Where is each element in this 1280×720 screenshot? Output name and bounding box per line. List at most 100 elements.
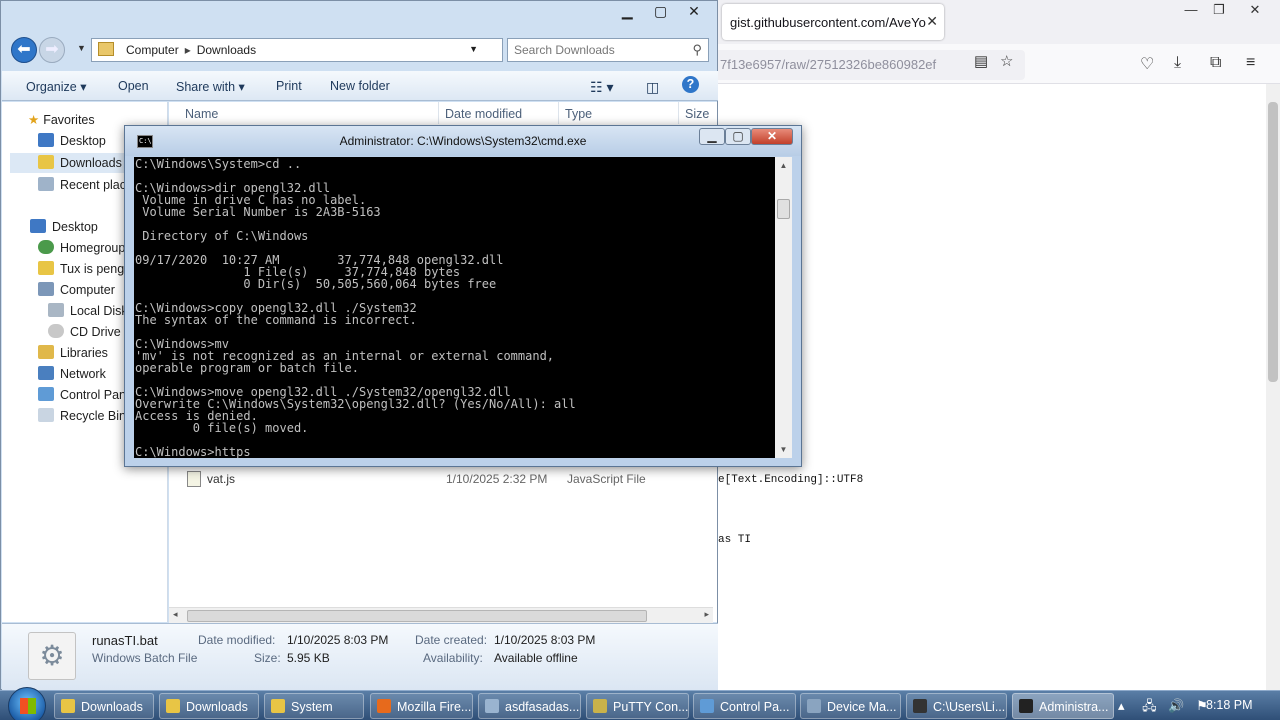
organize-button[interactable]: Organize ▾ [26, 79, 86, 94]
taskbar-button[interactable]: Control Pa... [693, 693, 796, 719]
forward-button[interactable]: ➡ [39, 37, 65, 63]
taskbar-button[interactable]: Device Ma... [800, 693, 901, 719]
extensions-icon[interactable]: ⧉ [1210, 54, 1221, 72]
close-icon[interactable]: ✕ [1244, 2, 1266, 18]
scroll-right-icon[interactable]: ▸ [704, 609, 709, 620]
search-input[interactable]: Search Downloads ⚲ [507, 38, 709, 62]
bookmark-star-icon[interactable]: ☆ [1000, 52, 1013, 70]
close-icon[interactable]: ✕ [679, 3, 709, 20]
preview-pane-icon[interactable]: ◫ [646, 79, 659, 96]
nav-network[interactable]: Network [38, 366, 106, 386]
taskbar-button[interactable]: C:\Users\Li... [906, 693, 1007, 719]
taskbar-button[interactable]: PuTTY Con... [586, 693, 689, 719]
scroll-up-icon[interactable]: ▲ [775, 157, 792, 174]
nav-control-panel[interactable]: Control Panel [38, 387, 136, 407]
details-modified-label: Date modified: [198, 633, 276, 647]
breadcrumb-separator-icon[interactable]: ▸ [185, 43, 191, 57]
network-icon [38, 366, 54, 380]
column-header-type[interactable]: Type [559, 102, 679, 124]
new-folder-button[interactable]: New folder [330, 79, 390, 93]
downloads-folder-icon [38, 155, 54, 169]
column-header-size[interactable]: Size [679, 102, 717, 124]
nav-homegroup[interactable]: Homegroup [38, 240, 125, 260]
taskbar-button-label: Mozilla Fire... [397, 700, 472, 714]
restore-icon[interactable]: ❐ [1208, 2, 1230, 18]
scrollbar-thumb[interactable] [187, 610, 647, 622]
minimize-icon[interactable]: ▁ [612, 3, 642, 20]
app-icon [1019, 699, 1033, 713]
details-size-value: 5.95 KB [287, 651, 330, 665]
details-size-label: Size: [254, 651, 281, 665]
script-file-icon [187, 471, 201, 487]
nav-libraries[interactable]: Libraries [38, 345, 108, 365]
taskbar-button-label: System [291, 700, 333, 714]
app-icon [485, 699, 499, 713]
details-modified-value: 1/10/2025 8:03 PM [287, 633, 389, 647]
scroll-left-icon[interactable]: ◂ [173, 609, 178, 620]
vertical-scrollbar[interactable] [1266, 84, 1280, 690]
back-button[interactable]: ⬅ [11, 37, 37, 63]
details-pane: ⚙ runasTI.bat Windows Batch File Date mo… [2, 623, 718, 690]
command-bar: Organize ▾ Open Share with ▾ Print New f… [2, 71, 718, 101]
volume-icon[interactable]: 🔊 [1168, 698, 1184, 713]
maximize-button[interactable]: ▢ [725, 128, 751, 145]
taskbar-button[interactable]: Downloads [159, 693, 259, 719]
search-icon[interactable]: ⚲ [692, 42, 702, 58]
scroll-down-icon[interactable]: ▼ [775, 441, 792, 458]
nav-recycle-bin[interactable]: Recycle Bin [38, 408, 126, 428]
console-output[interactable]: C:\Windows\System>cd .. C:\Windows>dir o… [134, 157, 775, 458]
recent-pages-chevron-icon[interactable]: ▼ [77, 43, 86, 53]
view-options-icon[interactable]: ☷ ▾ [590, 79, 613, 96]
show-hidden-icons-icon[interactable]: ▴ [1118, 698, 1125, 713]
pocket-icon[interactable]: ♡ [1140, 54, 1154, 74]
address-row: ⬅ ➡ ▼ Computer▸Downloads ▼ ↻ Search Down… [7, 35, 711, 63]
address-dropdown-icon[interactable]: ▼ [469, 44, 478, 54]
taskbar-button[interactable]: Mozilla Fire... [370, 693, 473, 719]
taskbar-button[interactable]: System [264, 693, 364, 719]
reader-view-icon[interactable]: ▤ [974, 52, 988, 70]
start-button[interactable] [8, 687, 46, 720]
app-icon [593, 699, 607, 713]
help-icon[interactable]: ? [682, 76, 699, 93]
horizontal-scrollbar[interactable]: ◂ ▸ [169, 607, 713, 623]
app-icon [166, 699, 180, 713]
breadcrumb-downloads[interactable]: Downloads [197, 43, 256, 57]
nav-desktop-favorite[interactable]: Desktop [38, 133, 106, 153]
taskbar-button-label: PuTTY Con... [613, 700, 689, 714]
close-button[interactable]: ✕ [751, 128, 793, 145]
taskbar-button[interactable]: Downloads [54, 693, 154, 719]
nav-computer[interactable]: Computer [38, 282, 115, 302]
console-scrollbar[interactable]: ▲ ▼ [775, 157, 792, 458]
scrollbar-thumb[interactable] [1268, 102, 1278, 382]
desktop-icon [30, 219, 46, 233]
control-panel-icon [38, 387, 54, 401]
nav-desktop[interactable]: Desktop [30, 219, 98, 239]
browser-tab[interactable]: gist.githubusercontent.com/AveYo ✕ [722, 4, 944, 40]
open-button[interactable]: Open [118, 79, 149, 93]
close-icon[interactable]: ✕ [926, 13, 938, 30]
download-icon[interactable]: ⤓ [1174, 54, 1181, 72]
maximize-icon[interactable]: ▢ [646, 3, 676, 20]
user-folder-icon [38, 261, 54, 275]
minimize-button[interactable]: ▁ [699, 128, 725, 145]
breadcrumb-computer[interactable]: Computer [126, 43, 179, 57]
cmd-titlebar[interactable]: C:\ Administrator: C:\Windows\System32\c… [125, 126, 801, 156]
system-tray: ▴ 🖧 🔊 ⚑ [1118, 697, 1208, 719]
network-icon[interactable]: 🖧 [1142, 698, 1157, 713]
file-row[interactable]: vat.js 1/10/2025 2:32 PM JavaScript File [169, 468, 717, 490]
minimize-icon[interactable]: — [1180, 2, 1202, 18]
clock[interactable]: 8:18 PM [1206, 698, 1253, 712]
scrollbar-thumb[interactable] [777, 199, 790, 219]
nav-favorites[interactable]: ★ Favorites [28, 112, 95, 132]
taskbar-button[interactable]: asdfasadas... [478, 693, 581, 719]
menu-icon[interactable]: ≡ [1246, 54, 1255, 72]
column-header-name[interactable]: Name [169, 102, 439, 124]
browser-navbar: 7f13e6957/raw/27512326be860982ef ▤ ☆ ♡ ⤓… [712, 44, 1280, 84]
print-button[interactable]: Print [276, 79, 302, 93]
column-header-date-modified[interactable]: Date modified [439, 102, 559, 124]
share-with-button[interactable]: Share with ▾ [176, 79, 245, 94]
batch-file-gear-icon: ⚙ [28, 632, 76, 680]
address-bar[interactable]: Computer▸Downloads ▼ ↻ [91, 38, 534, 62]
taskbar-button-label: C:\Users\Li... [933, 700, 1006, 714]
taskbar-button[interactable]: Administra... [1012, 693, 1114, 719]
